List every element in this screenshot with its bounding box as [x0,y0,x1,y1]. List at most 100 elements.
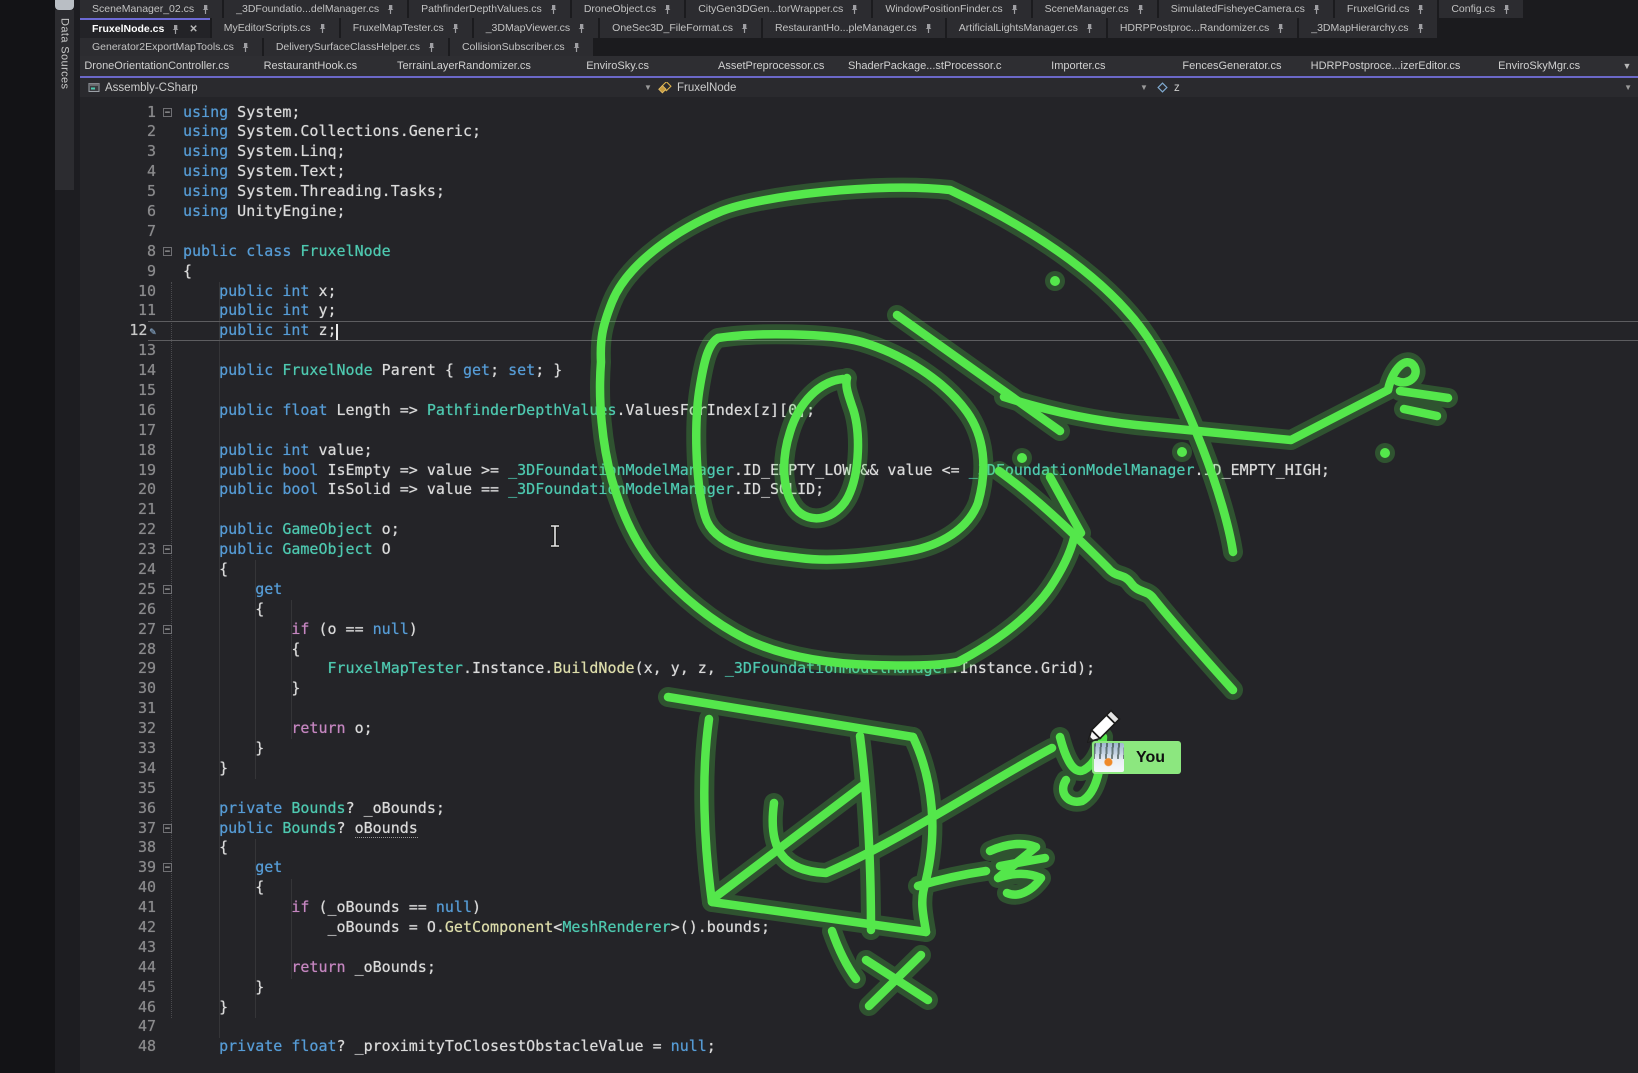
code-line[interactable]: 42 _oBounds = O.GetComponent<MeshRendere… [80,918,1638,938]
code-line[interactable]: 8−public class FruxelNode [80,242,1638,262]
pin-icon[interactable] [1085,23,1094,34]
pin-icon[interactable] [451,23,460,34]
tab--3dmaphierarchy-cs[interactable]: _3DMapHierarchy.cs [1299,18,1436,38]
code-line[interactable]: 29 FruxelMapTester.Instance.BuildNode(x,… [80,659,1638,679]
code-line[interactable]: 41 if (_oBounds == null) [80,898,1638,918]
code-line[interactable]: 7 [80,222,1638,242]
open-document-item[interactable]: FencesGenerator.cs [1155,60,1309,72]
tab-fruxelmaptester-cs[interactable]: FruxelMapTester.cs [341,18,472,38]
chevron-down-icon[interactable]: ▼ [1616,61,1638,71]
tab-citygen3dgen-torwrapper-cs[interactable]: CityGen3DGen...torWrapper.cs [686,0,871,18]
chevron-down-icon[interactable]: ▼ [1140,78,1148,97]
code-line[interactable]: 18 public int value; [80,441,1638,461]
pin-icon[interactable] [171,24,180,35]
code-line[interactable]: 13 [80,341,1638,361]
tab-fruxelnode-cs[interactable]: FruxelNode.cs✕ [80,18,210,38]
code-line[interactable]: 38 { [80,838,1638,858]
open-document-item[interactable]: HDRPPostproce...izerEditor.cs [1309,60,1463,72]
pin-icon[interactable] [1312,4,1321,15]
fold-collapse-icon[interactable]: − [163,824,172,833]
code-line[interactable]: 37− public Bounds? oBounds [80,819,1638,839]
fold-collapse-icon[interactable]: − [163,108,172,117]
tab-droneobject-cs[interactable]: DroneObject.cs [572,0,684,18]
tab-fruxelgrid-cs[interactable]: FruxelGrid.cs [1335,0,1437,18]
code-line[interactable]: 46 } [80,998,1638,1018]
code-line[interactable]: 44 return _oBounds; [80,958,1638,978]
pin-icon[interactable] [572,42,581,53]
pin-icon[interactable] [1416,23,1425,34]
code-line[interactable]: 28 { [80,640,1638,660]
open-document-item[interactable]: EnviroSky.cs [541,60,695,72]
fold-collapse-icon[interactable]: − [163,545,172,554]
open-document-item[interactable]: AssetPreprocessor.cs [694,60,848,72]
code-line[interactable]: 4using System.Text; [80,162,1638,182]
fold-collapse-icon[interactable]: − [163,585,172,594]
code-line[interactable]: 15 [80,381,1638,401]
code-line[interactable]: 24 { [80,560,1638,580]
code-line[interactable]: 16 public float Length => PathfinderDept… [80,401,1638,421]
code-line[interactable]: 48 private float? _proximityToClosestObs… [80,1037,1638,1057]
code-line[interactable]: 19 public bool IsEmpty => value >= _3DFo… [80,461,1638,481]
code-line[interactable]: 23− public GameObject O [80,540,1638,560]
pin-icon[interactable] [1010,4,1019,15]
code-line[interactable]: 2using System.Collections.Generic; [80,122,1638,142]
pin-icon[interactable] [318,23,327,34]
tab--3dmapviewer-cs[interactable]: _3DMapViewer.cs [474,18,598,38]
code-line[interactable]: 1−using System; [80,103,1638,123]
pin-icon[interactable] [427,42,436,53]
breadcrumb-type[interactable]: FruxelNode [658,78,736,97]
fold-collapse-icon[interactable]: − [163,625,172,634]
pin-icon[interactable] [1502,4,1511,15]
tab-hdrppostproc-randomizer-cs[interactable]: HDRPPostproc...Randomizer.cs [1108,18,1297,38]
code-line[interactable]: 20 public bool IsSolid => value == _3DFo… [80,480,1638,500]
code-line[interactable]: 10 public int x; [80,282,1638,302]
code-line[interactable]: 43 [80,938,1638,958]
chevron-down-icon[interactable]: ▼ [644,78,652,97]
tab-deliverysurfaceclasshelper-cs[interactable]: DeliverySurfaceClassHelper.cs [264,38,448,56]
code-line[interactable]: 9{ [80,262,1638,282]
tab-simulatedfisheyecamera-cs[interactable]: SimulatedFisheyeCamera.cs [1159,0,1333,18]
tab-restaurantho-plemanager-cs[interactable]: RestaurantHo...pleManager.cs [763,18,945,38]
tab-windowpositionfinder-cs[interactable]: WindowPositionFinder.cs [873,0,1030,18]
code-line[interactable]: 3using System.Linq; [80,142,1638,162]
code-line[interactable]: 21 [80,500,1638,520]
tab-scenemanager-02-cs[interactable]: SceneManager_02.cs [80,0,222,18]
open-document-item[interactable]: ShaderPackage...stProcessor.cs [848,60,1002,72]
code-line[interactable]: 30 } [80,679,1638,699]
pin-icon[interactable] [924,23,933,34]
tab-onesec3d-fileformat-cs[interactable]: OneSec3D_FileFormat.cs [600,18,761,38]
tab-artificiallightsmanager-cs[interactable]: ArtificialLightsManager.cs [947,18,1106,38]
breadcrumb-member[interactable]: z [1156,78,1180,97]
code-line[interactable]: 40 { [80,878,1638,898]
code-line[interactable]: 34 } [80,759,1638,779]
code-line[interactable]: 6using UnityEngine; [80,202,1638,222]
code-line[interactable]: 27− if (o == null) [80,620,1638,640]
pin-icon[interactable] [663,4,672,15]
code-line[interactable]: 12✎ public int z; [80,321,1638,341]
code-line[interactable]: 11 public int y; [80,301,1638,321]
pin-icon[interactable] [201,4,210,15]
fold-collapse-icon[interactable]: − [163,247,172,256]
code-line[interactable]: 5using System.Threading.Tasks; [80,182,1638,202]
code-line[interactable]: 26 { [80,600,1638,620]
pin-icon[interactable] [1136,4,1145,15]
pin-icon[interactable] [241,42,250,53]
tab-pathfinderdepthvalues-cs[interactable]: PathfinderDepthValues.cs [409,0,570,18]
code-line[interactable]: 17 [80,421,1638,441]
open-document-item[interactable]: EnviroSkyMgr.cs [1462,60,1616,72]
pin-icon[interactable] [549,4,558,15]
code-line[interactable]: 45 } [80,978,1638,998]
tab-myeditorscripts-cs[interactable]: MyEditorScripts.cs [212,18,339,38]
fold-collapse-icon[interactable]: − [163,863,172,872]
pin-icon[interactable] [386,4,395,15]
code-line[interactable]: 33 } [80,739,1638,759]
tab-scenemanager-cs[interactable]: SceneManager.cs [1033,0,1157,18]
code-line[interactable]: 35 [80,779,1638,799]
code-line[interactable]: 22 public GameObject o; [80,520,1638,540]
open-document-item[interactable]: Importer.cs [1002,60,1156,72]
pin-icon[interactable] [577,23,586,34]
breadcrumb-project[interactable]: Assembly-CSharp [88,78,198,97]
tab-collisionsubscriber-cs[interactable]: CollisionSubscriber.cs [450,38,593,56]
pin-icon[interactable] [1416,4,1425,15]
code-editor[interactable]: 1−using System;2using System.Collections… [80,98,1638,1073]
